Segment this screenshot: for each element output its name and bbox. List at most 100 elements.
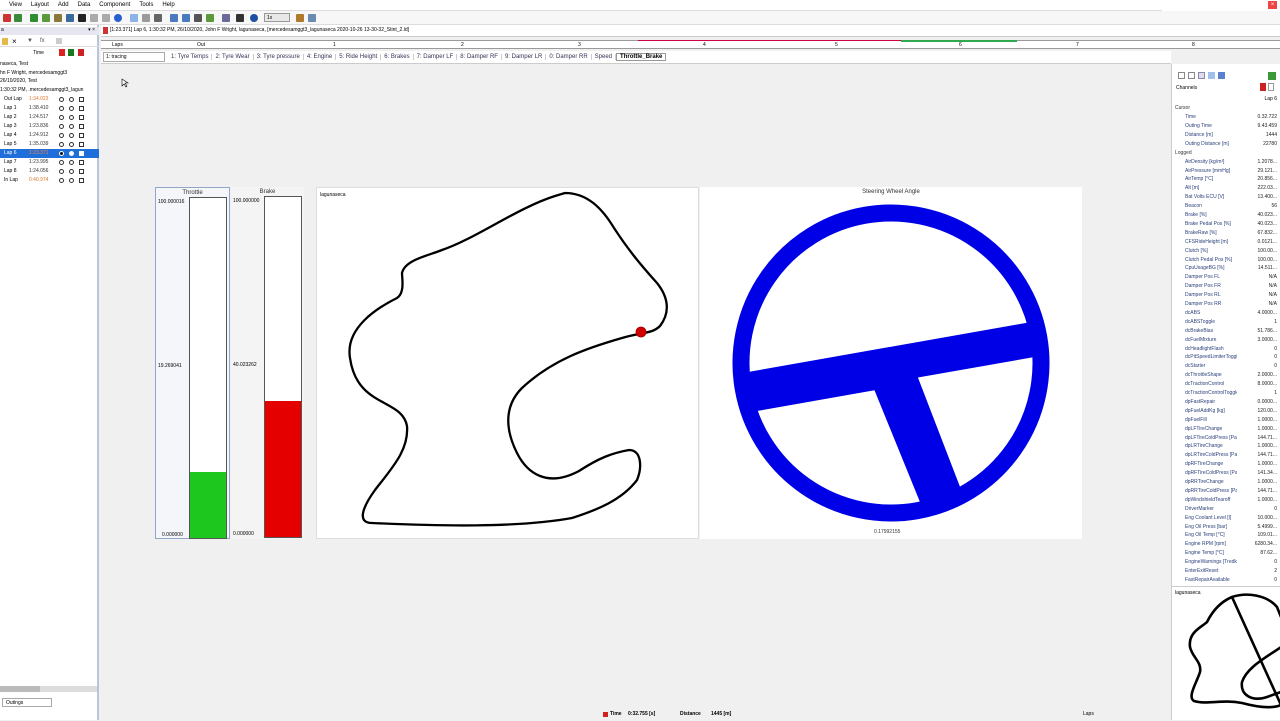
channel-row[interactable]: Eng Oil Temp [°C] 109.01... [1175,531,1277,540]
channel-row[interactable]: CFSRideHeight [m] 0.0121... [1175,238,1277,247]
channel-row[interactable]: Engine Temp [°C] 87.62... [1175,549,1277,558]
edit-icon[interactable] [54,14,62,22]
channel-row[interactable]: Brake [%] 40.023... [1175,211,1277,220]
channel-row[interactable]: CpuUsageBG [%] 14.511... [1175,264,1277,273]
lap-row[interactable]: Lap 4 1:24.912 [0,131,99,140]
channel-row[interactable]: dpLFTireChange 1.0000... [1175,425,1277,434]
channel-row[interactable]: dpFastRepair 0.0000... [1175,398,1277,407]
lap-toggle-radio[interactable] [59,160,64,165]
tools-icon[interactable] [222,14,230,22]
channel-row[interactable]: FastRepairAvailable 0 [1175,576,1277,585]
tab-damper-rr[interactable]: 0: Damper RR [546,54,592,60]
lap-toggle-radio[interactable] [59,106,64,111]
lap-row[interactable]: Lap 5 1:35.039 [0,140,99,149]
lap-toggle-radio[interactable] [69,133,74,138]
channel-row[interactable]: dpFuelFill 1.0000... [1175,416,1277,425]
window-icon[interactable] [142,14,150,22]
lap-row[interactable]: Lap 8 1:24.056 [0,167,99,176]
tab-damper-rf[interactable]: 8: Damper RF [457,54,502,60]
channel-row[interactable]: dpLRTireColdPress [Pa] 144.71... [1175,451,1277,460]
cursor-icon[interactable] [130,14,138,22]
lap-toggle-radio[interactable] [69,106,74,111]
save-icon[interactable] [78,14,86,22]
lap-row[interactable]: Lap 1 1:38.410 [0,104,99,113]
channel-row[interactable]: AirDensity [kg/m³] 1.2078... [1175,158,1277,167]
tab-tyre-wear[interactable]: 2: Tyre Wear [212,54,254,60]
lap-checkbox[interactable] [79,115,84,120]
channel-row[interactable]: Damper Pos RL N/A [1175,291,1277,300]
play-icon[interactable] [250,14,258,22]
view-icon[interactable] [1178,72,1185,79]
lap-toggle-radio[interactable] [59,151,64,156]
menu-tools[interactable]: Tools [139,2,153,8]
filter-icon[interactable] [194,14,202,22]
menu-add[interactable]: Add [58,2,69,8]
channel-row[interactable]: dpFuelAddKg [kg] 120.00... [1175,407,1277,416]
channel-row[interactable]: dpWindshieldTearoff 1.0000... [1175,496,1277,505]
table-icon[interactable] [1218,72,1225,79]
lap-toggle-radio[interactable] [59,115,64,120]
lap-checkbox[interactable] [79,142,84,147]
fx-icon[interactable]: fx [40,38,45,44]
channel-row[interactable]: EngineWarnings [Tredk... 0 [1175,558,1277,567]
channel-row[interactable]: AirTemp [°C] 20.856... [1175,175,1277,184]
zoom-in-icon[interactable] [182,14,190,22]
channel-row[interactable]: dcTractionControl 8.0000... [1175,380,1277,389]
channel-row[interactable]: BrakeRaw [%] 67.832... [1175,229,1277,238]
lap-toggle-radio[interactable] [69,169,74,174]
options-icon[interactable] [56,38,62,44]
layout-icon[interactable] [66,14,74,22]
channel-row[interactable]: Damper Pos FR N/A [1175,282,1277,291]
lap-row[interactable]: Lap 6 1:23.371 [0,149,99,158]
remove-icon[interactable]: × [12,37,17,46]
refresh-icon[interactable] [42,14,50,22]
channel-row[interactable]: EnterExitReset 2 [1175,567,1277,576]
lap-checkbox[interactable] [79,106,84,111]
tab-tyre-temps[interactable]: 1: Tyre Temps [168,54,213,60]
lap-toggle-radio[interactable] [59,97,64,102]
zoom-out-icon[interactable] [170,14,178,22]
lap-toggle-radio[interactable] [69,160,74,165]
channel-row[interactable]: Distance [m] 1444 [1175,131,1277,140]
lap-toggle-radio[interactable] [59,178,64,183]
export-icon[interactable] [296,14,304,22]
lap-bar[interactable]: Laps Out 1 2 3 4 5 6 7 8 [101,40,1280,49]
lap-toggle-radio[interactable] [69,142,74,147]
lap-toggle-radio[interactable] [69,115,74,120]
outings-tab[interactable]: Outings [2,698,52,707]
channel-row[interactable]: dpRFTireChange 1.0000... [1175,460,1277,469]
tab-engine[interactable]: 4: Engine [304,54,337,60]
lap-checkbox[interactable] [79,151,84,156]
tab-speed[interactable]: Speed [592,54,617,60]
app-icon[interactable] [3,14,11,22]
tab-throttle-brake[interactable]: Throttle_Brake [616,53,667,61]
throttle-gauge-pane[interactable]: Throttle 100.000016 19.269041 0.000000 [155,187,230,539]
channel-row[interactable]: dcHeadlightFlash 0 [1175,345,1277,354]
tab-damper-lr[interactable]: 9: Damper LR [502,54,547,60]
lap-toggle-radio[interactable] [59,124,64,129]
channel-row[interactable]: Time 0.32.722 [1175,113,1277,122]
tab-damper-lf[interactable]: 7: Damper LF [414,54,458,60]
worksheet-select[interactable]: 1: tracing [103,52,165,62]
graph-icon[interactable] [1268,72,1276,80]
logged-group-header[interactable]: Logged [1175,149,1277,158]
tab-tyre-pressure[interactable]: 3: Tyre pressure [254,54,304,60]
channel-row[interactable]: dcPitSpeedLimiterToggle 0 [1175,353,1277,362]
channel-row[interactable]: Beacon 56 [1175,202,1277,211]
lap-checkbox[interactable] [79,124,84,129]
cursor-group-header[interactable]: Cursor [1175,104,1277,113]
menu-layout[interactable]: Layout [31,2,49,8]
tab-ride-height[interactable]: 5: Ride Height [336,54,382,60]
lap-row[interactable]: Out Lap 1:34.023 [0,95,99,104]
channel-row[interactable]: dcABS 4.0000... [1175,309,1277,318]
lap-row[interactable]: Lap 2 1:24.517 [0,113,99,122]
lap-row[interactable]: Lap 7 1:23.995 [0,158,99,167]
channel-row[interactable]: Engine RPM [rpm] 6280.34... [1175,540,1277,549]
tab-brakes[interactable]: 6: Brakes [381,54,414,60]
info-icon[interactable] [114,14,122,22]
lap-toggle-radio[interactable] [69,97,74,102]
menu-component[interactable]: Component [99,2,130,8]
fx-icon[interactable] [206,14,214,22]
tree-icon[interactable] [1188,72,1195,79]
channel-row[interactable]: dcTractionControlToggle 1 [1175,389,1277,398]
